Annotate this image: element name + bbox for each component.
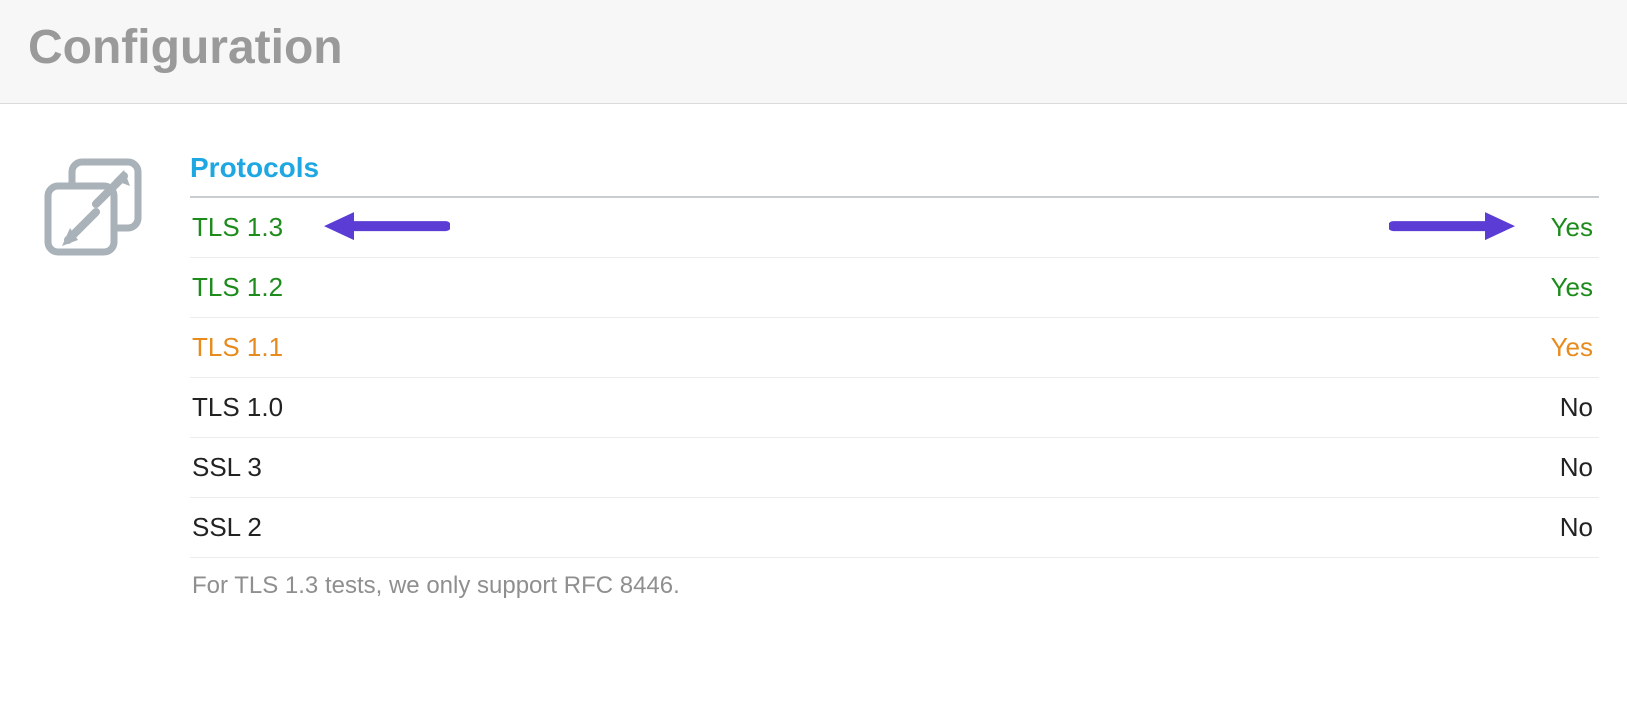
table-row: TLS 1.0 No — [190, 378, 1599, 438]
section-title: Protocols — [190, 152, 1599, 188]
content-area: Protocols TLS 1.3 Yes TLS 1.2 Yes TL — [0, 104, 1627, 624]
table-row: SSL 2 No — [190, 498, 1599, 558]
swap-arrows-icon — [40, 156, 148, 264]
section-icon-column — [40, 152, 190, 264]
protocol-value: No — [1560, 392, 1593, 423]
header-bar: Configuration — [0, 0, 1627, 104]
protocol-value: Yes — [1551, 332, 1593, 363]
footnote: For TLS 1.3 tests, we only support RFC 8… — [190, 558, 1599, 604]
protocols-table: TLS 1.3 Yes TLS 1.2 Yes TLS 1.1 Yes — [190, 196, 1599, 558]
protocol-value: No — [1560, 452, 1593, 483]
table-row: SSL 3 No — [190, 438, 1599, 498]
protocol-value: Yes — [1551, 272, 1593, 303]
annotation-arrow-left-icon — [320, 207, 450, 245]
protocol-name: TLS 1.0 — [192, 392, 283, 423]
protocol-name: TLS 1.1 — [192, 332, 283, 363]
annotation-arrow-right-icon — [1389, 207, 1519, 245]
protocols-section: Protocols TLS 1.3 Yes TLS 1.2 Yes TL — [190, 152, 1599, 604]
protocol-name: TLS 1.2 — [192, 272, 283, 303]
table-row: TLS 1.2 Yes — [190, 258, 1599, 318]
table-row: TLS 1.3 Yes — [190, 198, 1599, 258]
protocol-value: No — [1560, 512, 1593, 543]
protocol-value: Yes — [1551, 212, 1593, 243]
table-row: TLS 1.1 Yes — [190, 318, 1599, 378]
protocol-name: TLS 1.3 — [192, 212, 283, 243]
protocol-name: SSL 3 — [192, 452, 262, 483]
page-title: Configuration — [28, 20, 1599, 75]
protocol-name: SSL 2 — [192, 512, 262, 543]
